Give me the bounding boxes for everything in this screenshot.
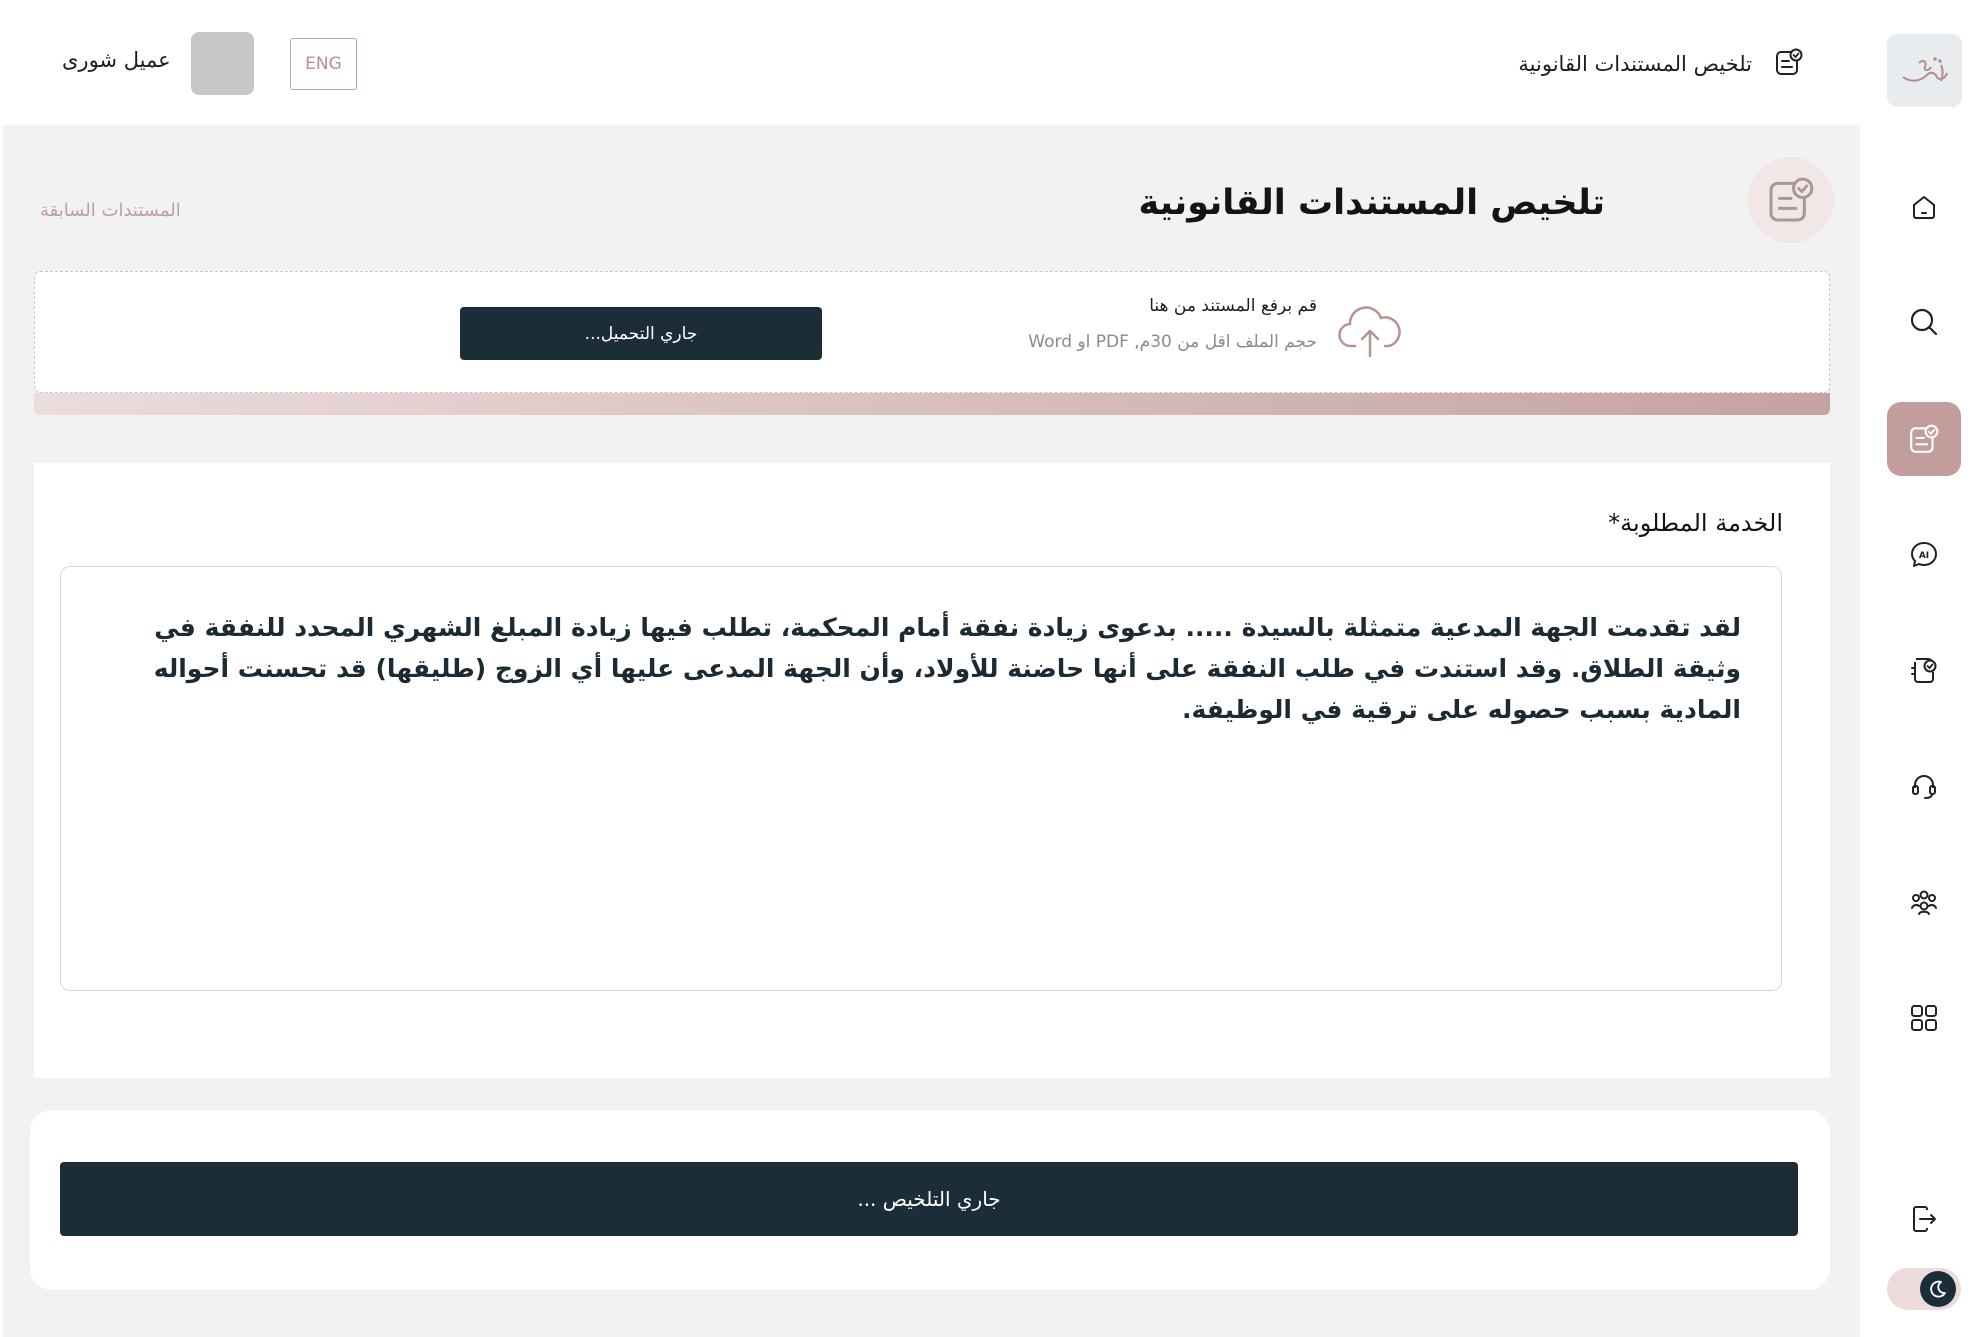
dark-mode-toggle[interactable] bbox=[1887, 1268, 1961, 1310]
document-check-icon bbox=[1910, 424, 1939, 453]
app-logo[interactable] bbox=[1887, 34, 1962, 107]
top-header: تلخيص المستندات القانونية ENG عميل شورى bbox=[0, 0, 1974, 125]
upload-dropzone[interactable]: قم برفع المستند من هنا حجم الملف اقل من … bbox=[34, 271, 1830, 393]
upload-title: قم برفع المستند من هنا bbox=[1149, 296, 1317, 316]
ai-chat-icon: AI bbox=[1911, 542, 1937, 567]
service-textarea[interactable]: لقد تقدمت الجهة المدعية متمثلة بالسيدة .… bbox=[60, 566, 1782, 991]
page-title: تلخيص المستندات القانونية bbox=[1138, 183, 1605, 223]
logo-calligraphy-icon bbox=[1901, 56, 1948, 82]
user-name: عميل شورى bbox=[62, 48, 171, 72]
moon-icon bbox=[1920, 1271, 1956, 1307]
sidebar-item-logout[interactable] bbox=[1887, 1182, 1961, 1256]
action-card: جاري التلخيص ... bbox=[30, 1110, 1830, 1290]
main-content: تلخيص المستندات القانونية المستندات السا… bbox=[3, 125, 1860, 1337]
upload-progress-bar bbox=[34, 393, 1830, 415]
search-icon bbox=[1910, 308, 1938, 336]
cloud-upload-icon bbox=[1337, 304, 1403, 360]
sidebar-item-document-summary[interactable] bbox=[1887, 402, 1961, 476]
sidebar-item-community[interactable] bbox=[1887, 865, 1961, 939]
document-check-icon bbox=[1774, 47, 1804, 81]
sidebar-item-support[interactable] bbox=[1887, 749, 1961, 823]
sidebar-item-search[interactable] bbox=[1887, 285, 1961, 359]
home-icon bbox=[1913, 196, 1935, 219]
upload-button[interactable]: جاري التحميل... bbox=[460, 307, 822, 360]
summarize-button[interactable]: جاري التلخيص ... bbox=[60, 1162, 1798, 1236]
headset-icon bbox=[1912, 775, 1936, 799]
upload-hint: حجم الملف اقل من 30م, PDF او Word bbox=[1028, 332, 1317, 352]
sidebar-item-home[interactable] bbox=[1887, 170, 1961, 244]
avatar[interactable] bbox=[191, 32, 254, 95]
header-title-group: تلخيص المستندات القانونية bbox=[1518, 44, 1804, 84]
header-title: تلخيص المستندات القانونية bbox=[1518, 52, 1752, 76]
language-toggle-button[interactable]: ENG bbox=[290, 38, 357, 90]
community-icon bbox=[1911, 890, 1937, 915]
service-card: الخدمة المطلوبة* لقد تقدمت الجهة المدعية… bbox=[34, 463, 1830, 1078]
sidebar-item-contracts[interactable] bbox=[1887, 633, 1961, 707]
document-check-icon bbox=[1748, 157, 1834, 243]
sidebar-item-ai-chat[interactable]: AI bbox=[1887, 518, 1961, 592]
sidebar-item-apps[interactable] bbox=[1887, 981, 1961, 1055]
service-label: الخدمة المطلوبة* bbox=[1608, 509, 1783, 537]
svg-text:AI: AI bbox=[1919, 551, 1929, 561]
contract-icon bbox=[1911, 658, 1937, 683]
grid-icon bbox=[1911, 1005, 1937, 1031]
previous-documents-link[interactable]: المستندات السابقة bbox=[40, 200, 181, 221]
logout-icon bbox=[1913, 1206, 1936, 1232]
